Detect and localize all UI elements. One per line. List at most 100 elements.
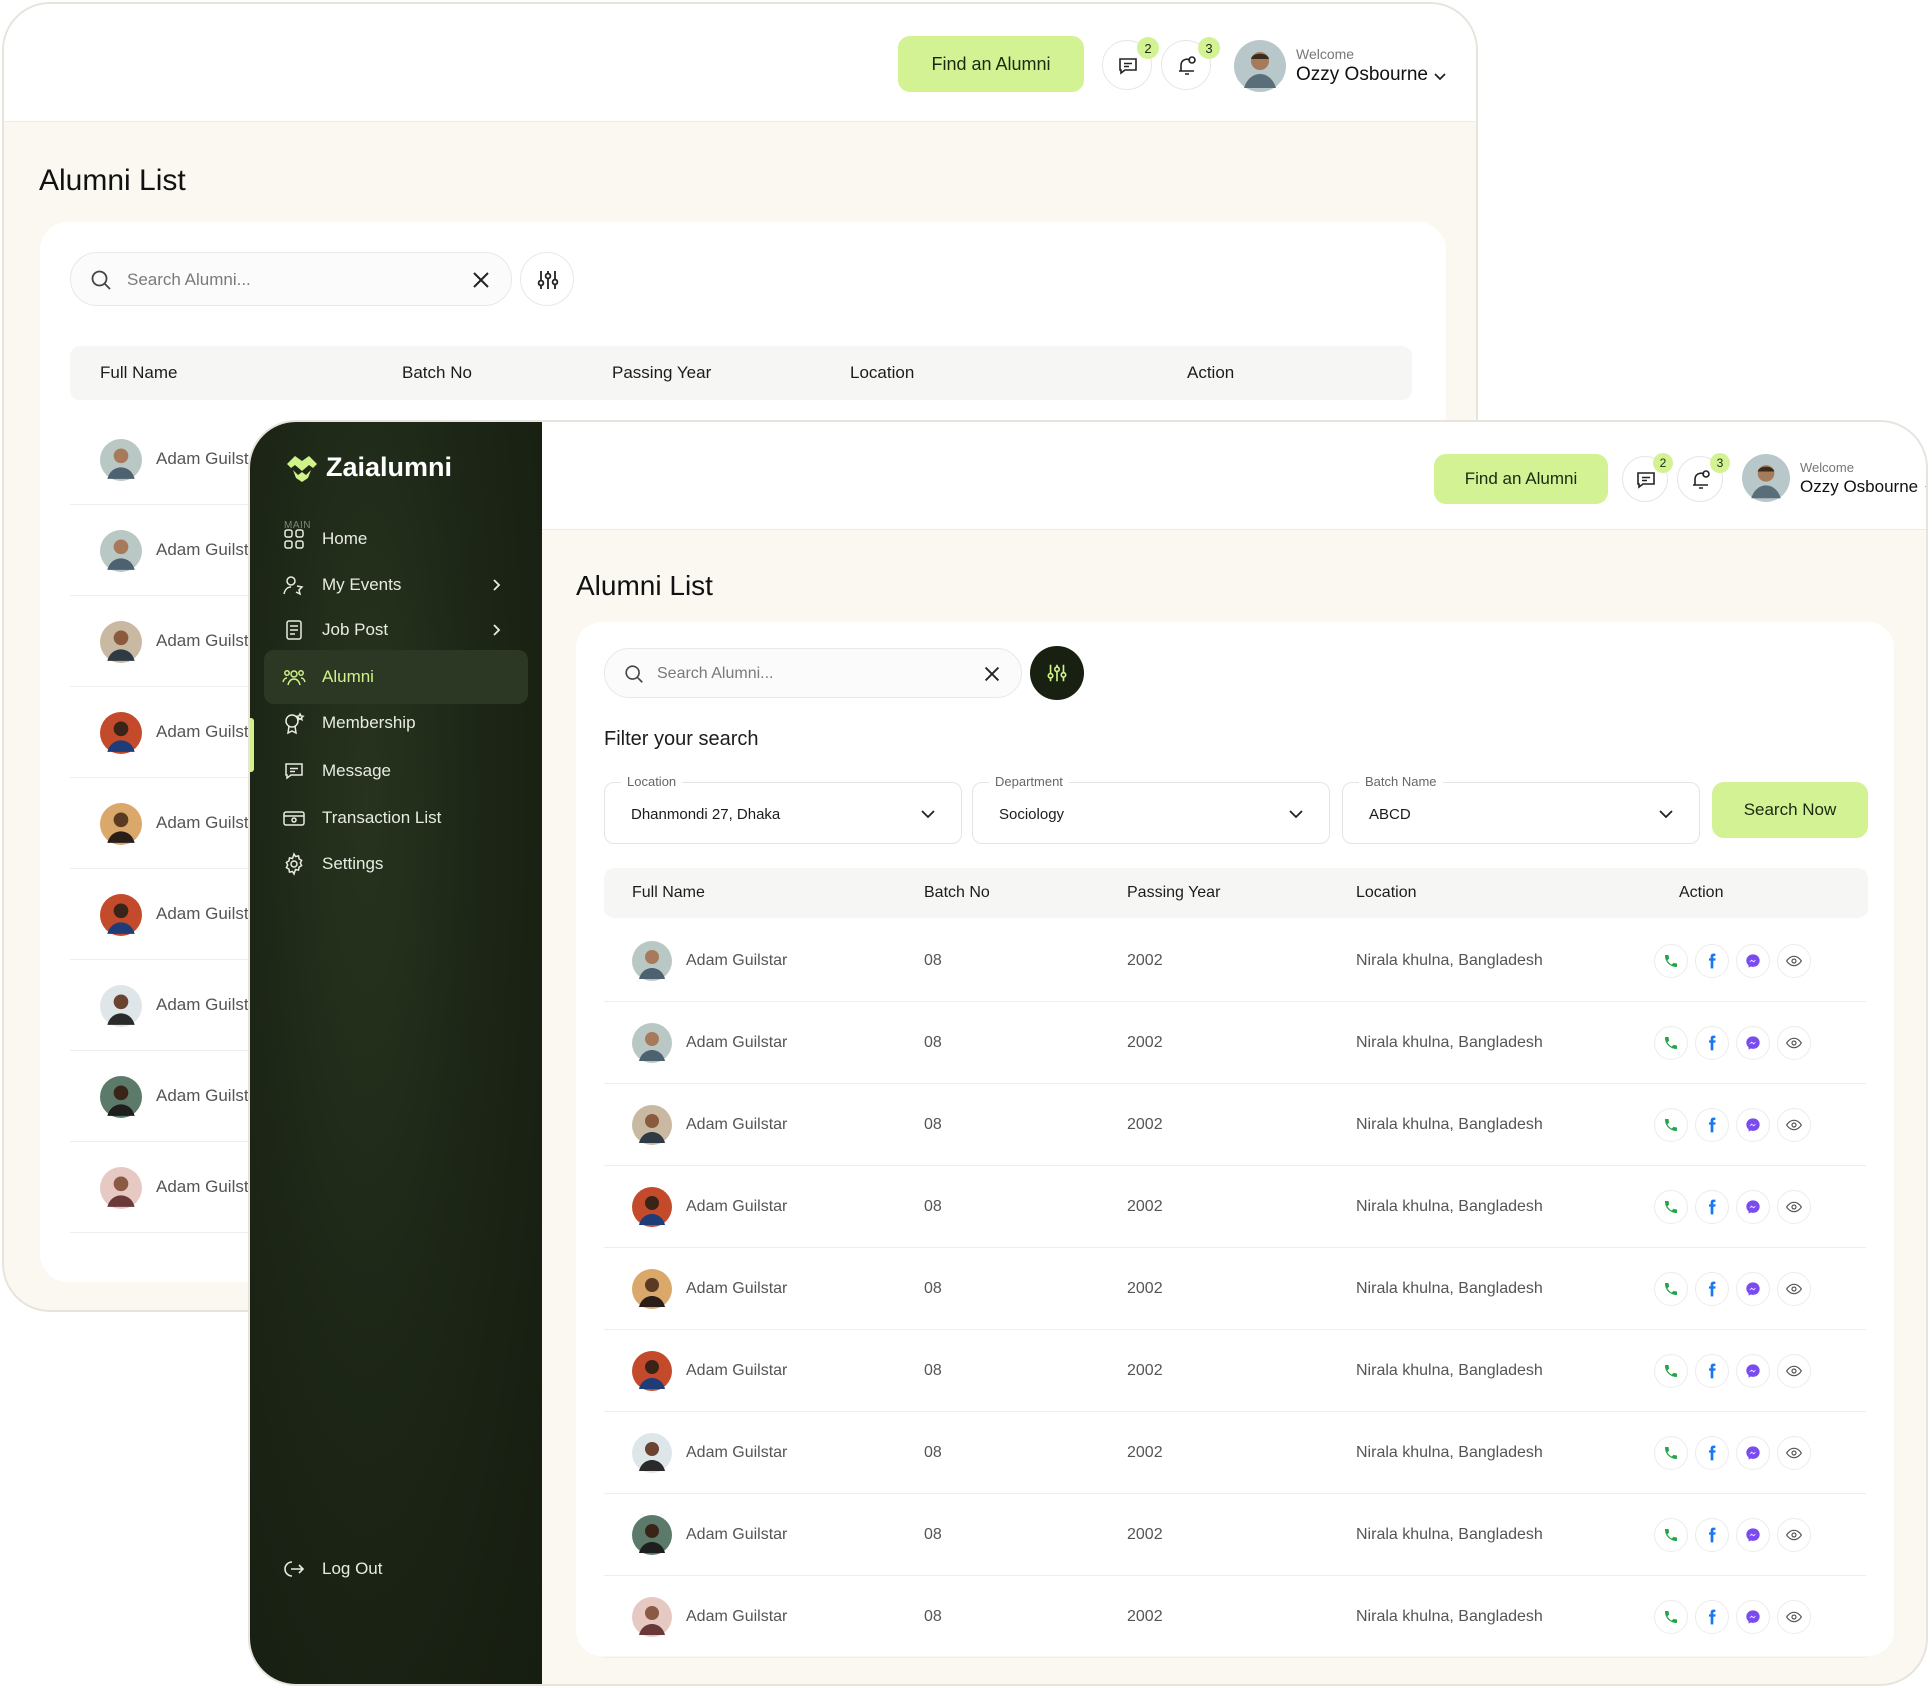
table-row[interactable]: Adam Guilstar 08 2002 Nirala khulna, Bangla… (604, 920, 1866, 1002)
alumni-avatar (100, 1167, 142, 1209)
messages-badge: 2 (1653, 453, 1673, 473)
facebook-icon (1709, 1609, 1716, 1625)
facebook-button[interactable] (1695, 1354, 1729, 1388)
call-button[interactable] (1654, 1190, 1688, 1224)
chat-icon (1637, 472, 1655, 489)
notifications-button[interactable]: 3 (1161, 37, 1220, 90)
user-name[interactable]: Ozzy Osbourne (1296, 64, 1428, 86)
notifications-button[interactable]: 3 (1677, 453, 1730, 502)
alumni-name: Adam Guilstar (686, 1444, 788, 1461)
table-row[interactable]: Adam Guilstar 08 2002 Nirala khulna, Bangla… (604, 1412, 1866, 1494)
find-alumni-button[interactable]: Find an Alumni (1434, 454, 1608, 504)
alumni-avatar (632, 1515, 672, 1555)
facebook-button[interactable] (1695, 1190, 1729, 1224)
alumni-name: Adam Guilstar (686, 1526, 788, 1543)
messenger-icon (1746, 1528, 1760, 1542)
alumni-avatar (100, 530, 142, 572)
close-icon[interactable] (469, 268, 493, 292)
facebook-button[interactable] (1695, 1436, 1729, 1470)
batch-no: 08 (924, 1280, 942, 1297)
call-button[interactable] (1654, 1354, 1688, 1388)
table-row[interactable]: Adam Guilstar 08 2002 Nirala khulna, Bangla… (604, 1248, 1866, 1330)
find-alumni-button[interactable]: Find an Alumni (898, 36, 1084, 92)
view-button[interactable] (1777, 1026, 1811, 1060)
alumni-avatar (100, 985, 142, 1027)
location-select[interactable]: Location Dhanmondi 27, Dhaka (604, 774, 962, 844)
chevron-down-icon[interactable] (1433, 72, 1447, 82)
view-button[interactable] (1777, 1272, 1811, 1306)
call-button[interactable] (1654, 1436, 1688, 1470)
call-button[interactable] (1654, 1272, 1688, 1306)
alumni-avatar (632, 941, 672, 981)
messages-button[interactable]: 2 (1622, 453, 1673, 502)
sidebar-item-job-post[interactable]: Job Post (264, 603, 528, 657)
alumni-avatar (100, 439, 142, 481)
welcome-label: Welcome (1800, 460, 1854, 475)
table-row[interactable]: Adam Guilstar 08 2002 Nirala khulna, Bangla… (604, 1494, 1866, 1576)
column-passing-year: Passing Year (1127, 884, 1221, 901)
messenger-button[interactable] (1736, 1518, 1770, 1552)
call-button[interactable] (1654, 1518, 1688, 1552)
search-now-button[interactable]: Search Now (1712, 782, 1868, 838)
messenger-button[interactable] (1736, 1026, 1770, 1060)
messenger-button[interactable] (1736, 1436, 1770, 1470)
filter-button[interactable] (1030, 646, 1084, 700)
sidebar-item-settings[interactable]: Settings (264, 837, 528, 891)
avatar[interactable] (1234, 40, 1286, 92)
call-button[interactable] (1654, 1026, 1688, 1060)
facebook-button[interactable] (1695, 1600, 1729, 1634)
messenger-button[interactable] (1736, 1354, 1770, 1388)
sidebar-item-membership[interactable]: Membership (264, 696, 528, 750)
facebook-button[interactable] (1695, 1108, 1729, 1142)
messenger-icon (1746, 954, 1760, 968)
facebook-button[interactable] (1695, 1026, 1729, 1060)
view-button[interactable] (1777, 1354, 1811, 1388)
view-button[interactable] (1777, 1600, 1811, 1634)
facebook-button[interactable] (1695, 944, 1729, 978)
close-icon[interactable] (981, 663, 1003, 685)
filter-button[interactable] (520, 252, 574, 306)
messenger-button[interactable] (1736, 1190, 1770, 1224)
column-action: Action (1679, 884, 1724, 901)
table-row[interactable]: Adam Guilstar 08 2002 Nirala khulna, Bangla… (604, 1084, 1866, 1166)
logout-button[interactable]: Log Out (264, 1542, 528, 1596)
table-row[interactable]: Adam Guilstar 08 2002 Nirala khulna, Bangla… (604, 1330, 1866, 1412)
avatar[interactable] (1742, 454, 1790, 502)
user-name[interactable]: Ozzy Osbourne (1800, 477, 1918, 497)
messenger-button[interactable] (1736, 944, 1770, 978)
location: Nirala khulna, Bangladesh (1356, 1280, 1543, 1297)
messages-button[interactable]: 2 (1102, 37, 1159, 90)
search-input[interactable]: Search Alumni... (604, 648, 1022, 698)
facebook-button[interactable] (1695, 1518, 1729, 1552)
brand-logo[interactable]: Zaialumni (284, 450, 452, 484)
location-value: Dhanmondi 27, Dhaka (631, 806, 781, 823)
messenger-button[interactable] (1736, 1600, 1770, 1634)
call-button[interactable] (1654, 944, 1688, 978)
batch-select[interactable]: Batch Name ABCD (1342, 774, 1700, 844)
view-button[interactable] (1777, 1436, 1811, 1470)
sidebar-item-message[interactable]: Message (264, 744, 528, 798)
table-row[interactable]: Adam Guilstar 08 2002 Nirala khulna, Bangla… (604, 1166, 1866, 1248)
view-button[interactable] (1777, 1108, 1811, 1142)
sidebar-item-label: Alumni (322, 667, 374, 686)
table-row[interactable]: Adam Guilstar 08 2002 Nirala khulna, Bangla… (604, 1576, 1866, 1658)
view-button[interactable] (1777, 1518, 1811, 1552)
call-button[interactable] (1654, 1600, 1688, 1634)
messenger-button[interactable] (1736, 1272, 1770, 1306)
search-input[interactable]: Search Alumni... (70, 252, 512, 306)
facebook-button[interactable] (1695, 1272, 1729, 1306)
table-row[interactable]: Adam Guilstar 08 2002 Nirala khulna, Bangla… (604, 1002, 1866, 1084)
view-button[interactable] (1777, 944, 1811, 978)
call-button[interactable] (1654, 1108, 1688, 1142)
phone-icon (1665, 1529, 1677, 1541)
chevron-down-icon[interactable] (1924, 484, 1928, 494)
page-title: Alumni List (39, 164, 186, 197)
department-select[interactable]: Department Sociology (972, 774, 1330, 844)
search-placeholder: Search Alumni... (657, 665, 774, 682)
messenger-button[interactable] (1736, 1108, 1770, 1142)
table-header: Full Name Batch No Passing Year Location… (70, 346, 1412, 400)
view-button[interactable] (1777, 1190, 1811, 1224)
location: Nirala khulna, Bangladesh (1356, 1198, 1543, 1215)
eye-icon (1786, 1037, 1802, 1049)
column-action: Action (1187, 363, 1235, 382)
